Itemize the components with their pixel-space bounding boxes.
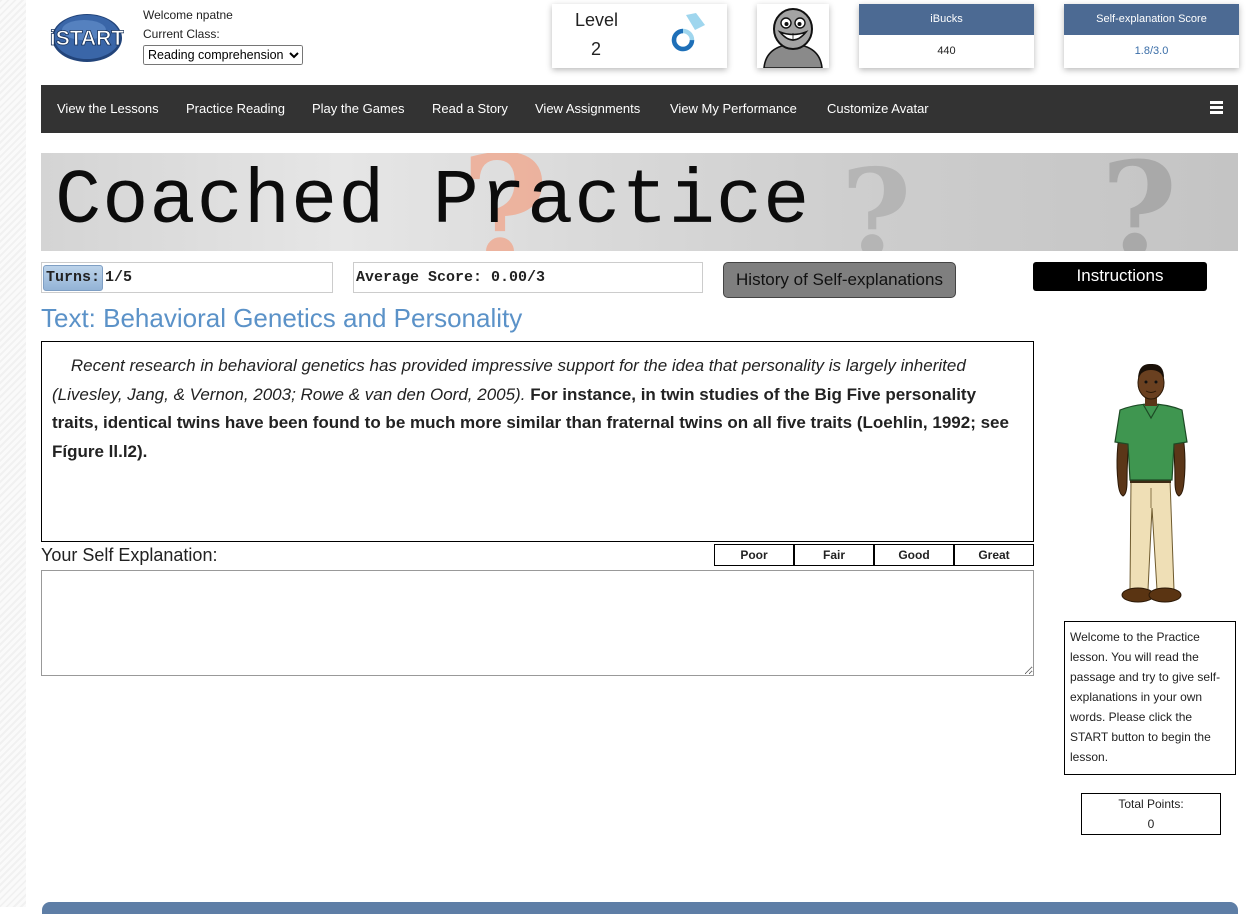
average-score-box: Average Score: 0.00/3 <box>353 262 703 293</box>
total-points-label: Total Points: <box>1118 797 1184 811</box>
nav-read-story[interactable]: Read a Story <box>432 85 508 133</box>
ibucks-card: iBucks 440 <box>859 4 1034 68</box>
self-explanation-input[interactable] <box>41 570 1034 676</box>
avatar[interactable] <box>757 4 829 69</box>
ibucks-value: 440 <box>937 45 956 57</box>
level-label: Level <box>575 10 619 30</box>
self-explanation-score-card: Self-explanation Score 1.8/3.0 <box>1064 4 1239 68</box>
level-progress-icon <box>671 13 705 52</box>
turns-value: 1/5 <box>105 269 133 286</box>
footer-bar <box>42 902 1238 914</box>
nav-view-performance[interactable]: View My Performance <box>670 85 797 133</box>
total-points-value: 0 <box>1147 817 1155 831</box>
rating-good-button[interactable]: Good <box>874 544 954 566</box>
nav-view-lessons[interactable]: View the Lessons <box>57 85 159 133</box>
question-mark-decoration-icon: ? <box>841 153 912 251</box>
user-info: Welcome npatne Current Class: Reading co… <box>143 6 303 65</box>
turns-label: Turns: <box>43 265 104 291</box>
current-class-label: Current Class: <box>143 27 220 41</box>
self-explanation-label: Your Self Explanation: <box>41 545 218 565</box>
total-points-box: Total Points: 0 <box>1081 793 1221 835</box>
svg-text:iSTART: iSTART <box>50 27 124 50</box>
level-value: 2 <box>591 39 602 59</box>
main-nav: View the Lessons Practice Reading Play t… <box>41 85 1238 133</box>
rating-great-button[interactable]: Great <box>954 544 1034 566</box>
nav-customize-avatar[interactable]: Customize Avatar <box>827 85 929 133</box>
history-of-self-explanations-button[interactable]: History of Self-explanations <box>723 262 956 298</box>
text-title: Text: Behavioral Genetics and Personalit… <box>41 303 523 333</box>
welcome-text: Welcome npatne <box>143 8 233 22</box>
coach-agent-character <box>1114 363 1188 603</box>
page-edge-decoration <box>0 0 26 907</box>
average-score-text: Average Score: 0.00/3 <box>356 269 546 286</box>
self-explanation-score-value: 1.8/3.0 <box>1134 45 1169 57</box>
reading-passage: Recent research in behavioral genetics h… <box>41 341 1034 542</box>
coached-practice-banner: ? ? ? Coached Practice <box>41 153 1238 251</box>
ibucks-label: iBucks <box>859 4 1034 35</box>
hamburger-icon[interactable] <box>1210 101 1223 114</box>
nav-practice-reading[interactable]: Practice Reading <box>186 85 285 133</box>
rating-poor-button[interactable]: Poor <box>714 544 794 566</box>
nav-view-assignments[interactable]: View Assignments <box>535 85 640 133</box>
level-card: Level 2 <box>552 4 727 68</box>
self-explanation-score-label: Self-explanation Score <box>1064 4 1239 35</box>
instructions-button[interactable]: Instructions <box>1033 262 1207 291</box>
question-mark-decoration-icon: ? <box>1101 153 1178 251</box>
nav-play-games[interactable]: Play the Games <box>312 85 405 133</box>
banner-title: Coached Practice <box>55 159 811 246</box>
class-select[interactable]: Reading comprehension <box>143 45 303 65</box>
instruction-message: Welcome to the Practice lesson. You will… <box>1064 621 1236 775</box>
rating-fair-button[interactable]: Fair <box>794 544 874 566</box>
istart-logo[interactable]: iSTART <box>46 10 125 64</box>
turns-counter: Turns: 1/5 <box>41 262 333 293</box>
